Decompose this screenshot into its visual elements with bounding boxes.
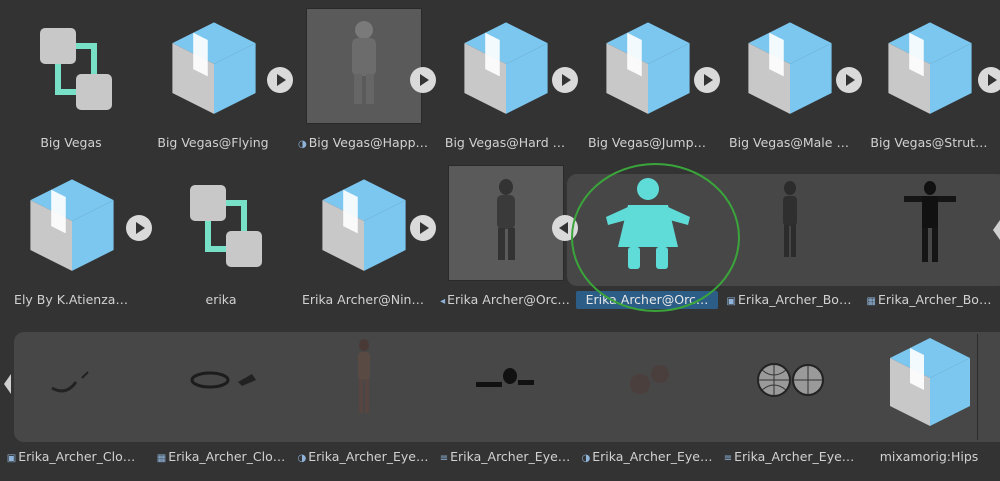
asset-tile[interactable]: ≡ Erika_Archer_Eye…: [434, 322, 570, 472]
asset-label: mixamorig:Hips: [879, 449, 979, 464]
wireframe-preview-thumbnail: [872, 165, 988, 281]
model-icon: [872, 322, 988, 438]
asset-tile[interactable]: ◑ Erika_Archer_Eye…: [292, 322, 428, 472]
mesh-preview-thumbnail: [448, 322, 564, 438]
model-icon: [306, 165, 422, 281]
asset-label: ▣ Erika_Archer_Clo…: [0, 448, 142, 466]
asset-label: ▦ Erika_Archer_Bo…: [858, 291, 1000, 309]
asset-label-selected: Erika Archer@Orc…: [576, 291, 718, 309]
asset-tile[interactable]: Big Vegas@Male …: [718, 8, 849, 158]
asset-row-3: ▣Erika_Archer_Clo… ▦Erika_Archer_Clo…: [0, 322, 1000, 472]
expand-arrow-button[interactable]: [552, 67, 578, 93]
expand-arrow-button[interactable]: [410, 67, 436, 93]
animation-clip-icon: ◂: [440, 296, 446, 307]
animation-clip-icon: ◑: [298, 139, 307, 150]
asset-tile[interactable]: ▣ Erika_Archer_Clo…: [0, 322, 135, 472]
asset-label: Big Vegas@Strut…: [870, 135, 988, 150]
expand-arrow-button[interactable]: [978, 67, 1000, 93]
prefab-variant-icon: [164, 165, 280, 281]
asset-label: ▣ Erika_Archer_Bo…: [718, 291, 860, 309]
asset-tile[interactable]: Erika Archer@Nin…: [292, 165, 424, 315]
mesh-icon: ◑: [581, 453, 591, 464]
expand-arrow-button[interactable]: [410, 215, 436, 241]
asset-label: Big Vegas@Hard …: [444, 135, 566, 150]
mesh-icon: ▣: [6, 453, 17, 464]
asset-tile[interactable]: Big Vegas@Flying: [142, 8, 270, 158]
asset-tile[interactable]: Big Vegas: [0, 8, 128, 158]
mesh-icon: ◑: [297, 453, 307, 464]
asset-label: Big Vegas: [40, 135, 102, 150]
asset-tile[interactable]: ≡ Erika_Archer_Eye…: [718, 322, 854, 472]
asset-tile[interactable]: Erika Archer@Orc…: [576, 165, 718, 315]
model-icon: [732, 8, 848, 124]
asset-tile[interactable]: ▦ Erika_Archer_Bo…: [858, 165, 991, 315]
mesh-icon: ≡: [439, 453, 449, 464]
asset-tile[interactable]: ▦ Erika_Archer_Clo…: [150, 322, 285, 472]
asset-label: Erika Archer@Nin…: [302, 292, 424, 307]
prefab-variant-icon: [14, 8, 130, 124]
asset-tile[interactable]: Big Vegas@Strut…: [858, 8, 988, 158]
model-icon: [872, 8, 988, 124]
asset-tile[interactable]: erika: [150, 165, 278, 315]
animation-preview-thumbnail: [306, 8, 422, 124]
mesh-wireframe-icon: ▦: [156, 453, 167, 464]
mesh-wireframe-icon: ▦: [866, 296, 876, 307]
expand-arrow-button[interactable]: [267, 67, 293, 93]
asset-tile[interactable]: ▣ Erika_Archer_Bo…: [718, 165, 851, 315]
scroll-right-icon[interactable]: [993, 220, 1000, 240]
asset-label: ◑ Erika_Archer_Eye…: [292, 448, 434, 466]
asset-tile[interactable]: Big Vegas@Hard …: [434, 8, 565, 158]
asset-tile[interactable]: Big Vegas@Jump…: [576, 8, 706, 158]
expand-arrow-button[interactable]: [126, 215, 152, 241]
asset-tile[interactable]: Ely By K.Atienza…: [0, 165, 128, 315]
asset-label: ≡ Erika_Archer_Eye…: [718, 448, 860, 466]
expand-arrow-button[interactable]: [694, 67, 720, 93]
mesh-preview-thumbnail: [590, 322, 706, 438]
asset-label: Big Vegas@Jump…: [587, 135, 707, 150]
asset-label: ≡ Erika_Archer_Eye…: [434, 448, 576, 466]
collapse-arrow-button[interactable]: [552, 215, 578, 241]
animation-preview-thumbnail: [448, 165, 564, 281]
asset-label: Big Vegas@Male …: [729, 135, 849, 150]
asset-row-2: Ely By K.Atienza… erika Erika Archer@Nin…: [0, 165, 1000, 315]
model-icon: [448, 8, 564, 124]
asset-tile[interactable]: mixamorig:Hips: [858, 322, 986, 472]
asset-row-1: Big Vegas Big Vegas@Flying ◑ Big Vegas@H…: [0, 8, 1000, 158]
mesh-icon: ≡: [723, 453, 733, 464]
asset-label: Ely By K.Atienza…: [14, 292, 128, 307]
avatar-icon: [590, 165, 706, 281]
asset-label: ◑ Erika_Archer_Eye…: [576, 448, 718, 466]
model-icon: [156, 8, 272, 124]
asset-tile[interactable]: ◑ Erika_Archer_Eye…: [576, 322, 712, 472]
mesh-preview-thumbnail: [732, 322, 848, 438]
mesh-preview-thumbnail: [306, 322, 422, 438]
model-icon: [14, 165, 130, 281]
mesh-preview-thumbnail: [732, 165, 848, 281]
asset-label: ▦ Erika_Archer_Clo…: [150, 448, 292, 466]
asset-label: ◂ Erika Archer@Orc…: [434, 291, 576, 309]
asset-label: Big Vegas@Flying: [157, 135, 269, 150]
asset-label: erika: [205, 292, 237, 307]
project-asset-grid: Big Vegas Big Vegas@Flying ◑ Big Vegas@H…: [0, 0, 1000, 481]
asset-tile[interactable]: ◂ Erika Archer@Orc…: [434, 165, 570, 315]
asset-tile[interactable]: ◑ Big Vegas@Happ…: [292, 8, 428, 158]
model-icon: [590, 8, 706, 124]
asset-label: ◑ Big Vegas@Happ…: [292, 134, 434, 152]
mesh-preview-thumbnail: [164, 322, 280, 438]
mesh-preview-thumbnail: [14, 322, 130, 438]
mesh-icon: ▣: [726, 296, 736, 307]
